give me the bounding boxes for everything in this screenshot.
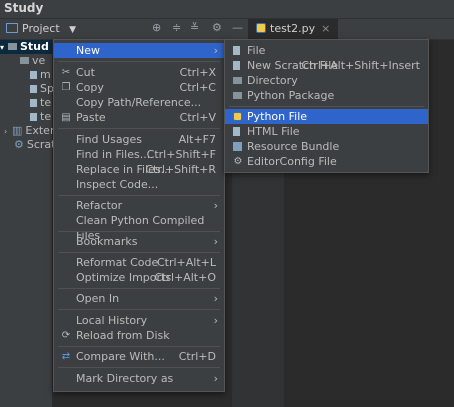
menu-item-copy-path[interactable]: Copy Path/Reference... xyxy=(54,95,224,110)
file-icon xyxy=(30,113,37,121)
tree-item[interactable]: › ▥ Exter xyxy=(0,124,56,138)
menu-item-mark-directory-as[interactable]: Mark Directory as › xyxy=(54,371,224,386)
submenu-item-html-file[interactable]: HTML File xyxy=(225,124,428,139)
python-file-icon xyxy=(233,112,242,121)
folder-icon xyxy=(8,43,17,50)
menu-separator xyxy=(58,309,220,310)
file-icon xyxy=(30,85,37,93)
menu-separator xyxy=(58,231,220,232)
title-bar: Study xyxy=(0,0,454,19)
context-menu: New › ✂ Cut Ctrl+X ❐ Copy Ctrl+C Copy Path/Re… xyxy=(53,39,225,392)
menu-item-find-in-files[interactable]: Find in Files... Ctrl+Shift+F xyxy=(54,147,224,162)
locate-icon[interactable]: ⊕ xyxy=(152,21,161,34)
new-submenu: File New Scratch File Ctrl+Alt+Shift+Inse… xyxy=(224,39,429,173)
submenu-item-directory[interactable]: Directory xyxy=(225,73,428,88)
menu-separator xyxy=(58,367,220,368)
tree-item[interactable]: ▾ Stud xyxy=(0,40,52,54)
menu-separator xyxy=(58,288,220,289)
file-icon xyxy=(30,99,37,107)
menu-separator xyxy=(58,61,220,62)
folder-icon xyxy=(233,77,242,84)
submenu-item-editorconfig-file[interactable]: ⚙ EditorConfig File xyxy=(225,154,428,169)
gear-icon[interactable]: ⚙ xyxy=(212,21,222,34)
menu-separator xyxy=(58,128,220,129)
menu-item-reload-from-disk[interactable]: ⟳ Reload from Disk xyxy=(54,328,224,343)
project-tree: ▾ Stud ve m Sp te te › ▥ Exter ⚙ Scrat xyxy=(0,40,55,407)
toolbar: Project ▼ ⊕ ≑ ≚ ⚙ — test2.py × xyxy=(0,19,454,41)
submenu-item-python-file[interactable]: Python File xyxy=(225,109,428,124)
menu-item-cut[interactable]: ✂ Cut Ctrl+X xyxy=(54,65,224,80)
menu-item-new[interactable]: New › xyxy=(54,43,224,58)
menu-item-find-usages[interactable]: Find Usages Alt+F7 xyxy=(54,132,224,147)
menu-separator xyxy=(58,195,220,196)
reload-icon: ⟳ xyxy=(61,330,71,341)
menu-item-compare-with[interactable]: ⇄ Compare With... Ctrl+D xyxy=(54,349,224,364)
chevron-right-icon: › xyxy=(213,372,218,385)
menu-item-open-in[interactable]: Open In › xyxy=(54,291,224,306)
submenu-item-resource-bundle[interactable]: Resource Bundle xyxy=(225,139,428,154)
close-icon[interactable]: × xyxy=(321,22,330,35)
expand-all-icon[interactable]: ≑ xyxy=(172,21,181,34)
chevron-down-icon: ▼ xyxy=(69,25,77,35)
menu-separator xyxy=(58,346,220,347)
menu-item-local-history[interactable]: Local History › xyxy=(54,313,224,328)
menu-item-inspect-code[interactable]: Inspect Code... xyxy=(54,177,224,192)
resource-bundle-icon xyxy=(233,142,242,151)
compare-icon: ⇄ xyxy=(61,351,71,362)
menu-item-refactor[interactable]: Refactor › xyxy=(54,198,224,213)
menu-item-optimize-imports[interactable]: Optimize Imports Ctrl+Alt+O xyxy=(54,270,224,285)
menu-separator xyxy=(58,252,220,253)
chevron-right-icon: › xyxy=(213,44,218,57)
menu-item-replace-in-files[interactable]: Replace in Files... Ctrl+Shift+R xyxy=(54,162,224,177)
project-view-selector[interactable]: Project ▼ xyxy=(6,22,76,35)
submenu-item-python-package[interactable]: Python Package xyxy=(225,88,428,103)
submenu-item-new-scratch-file[interactable]: New Scratch File Ctrl+Alt+Shift+Insert xyxy=(225,58,428,73)
python-file-icon xyxy=(256,23,266,33)
package-icon xyxy=(233,92,242,99)
html-file-icon xyxy=(233,127,240,136)
tab-label: test2.py xyxy=(270,22,316,35)
chevron-right-icon: › xyxy=(213,199,218,212)
menu-item-bookmarks[interactable]: Bookmarks › xyxy=(54,234,224,249)
folder-icon xyxy=(20,57,29,64)
copy-icon: ❐ xyxy=(61,82,71,93)
project-icon xyxy=(6,23,18,33)
file-icon xyxy=(233,46,240,55)
paste-icon: ▤ xyxy=(61,112,71,123)
chevron-right-icon: › xyxy=(213,235,218,248)
collapse-all-icon[interactable]: ≚ xyxy=(190,21,199,34)
menu-item-clean-python[interactable]: Clean Python Compiled Files xyxy=(54,213,224,242)
scratches-icon: ⚙ xyxy=(14,138,24,151)
chevron-right-icon: › xyxy=(213,314,218,327)
menu-item-reformat-code[interactable]: Reformat Code Ctrl+Alt+L xyxy=(54,255,224,270)
file-icon xyxy=(30,71,37,79)
tab-test2-py[interactable]: test2.py × xyxy=(248,19,339,41)
menu-item-copy[interactable]: ❐ Copy Ctrl+C xyxy=(54,80,224,95)
menu-item-paste[interactable]: ▤ Paste Ctrl+V xyxy=(54,110,224,125)
project-label: Project xyxy=(22,22,60,35)
minimize-icon[interactable]: — xyxy=(232,21,243,34)
window-title: Study xyxy=(4,1,44,15)
chevron-right-icon: › xyxy=(213,292,218,305)
scissors-icon: ✂ xyxy=(61,67,71,78)
library-icon: ▥ xyxy=(12,124,23,137)
menu-separator xyxy=(229,106,424,107)
submenu-item-file[interactable]: File xyxy=(225,43,428,58)
scratch-file-icon xyxy=(233,61,240,70)
gear-icon: ⚙ xyxy=(233,156,243,167)
